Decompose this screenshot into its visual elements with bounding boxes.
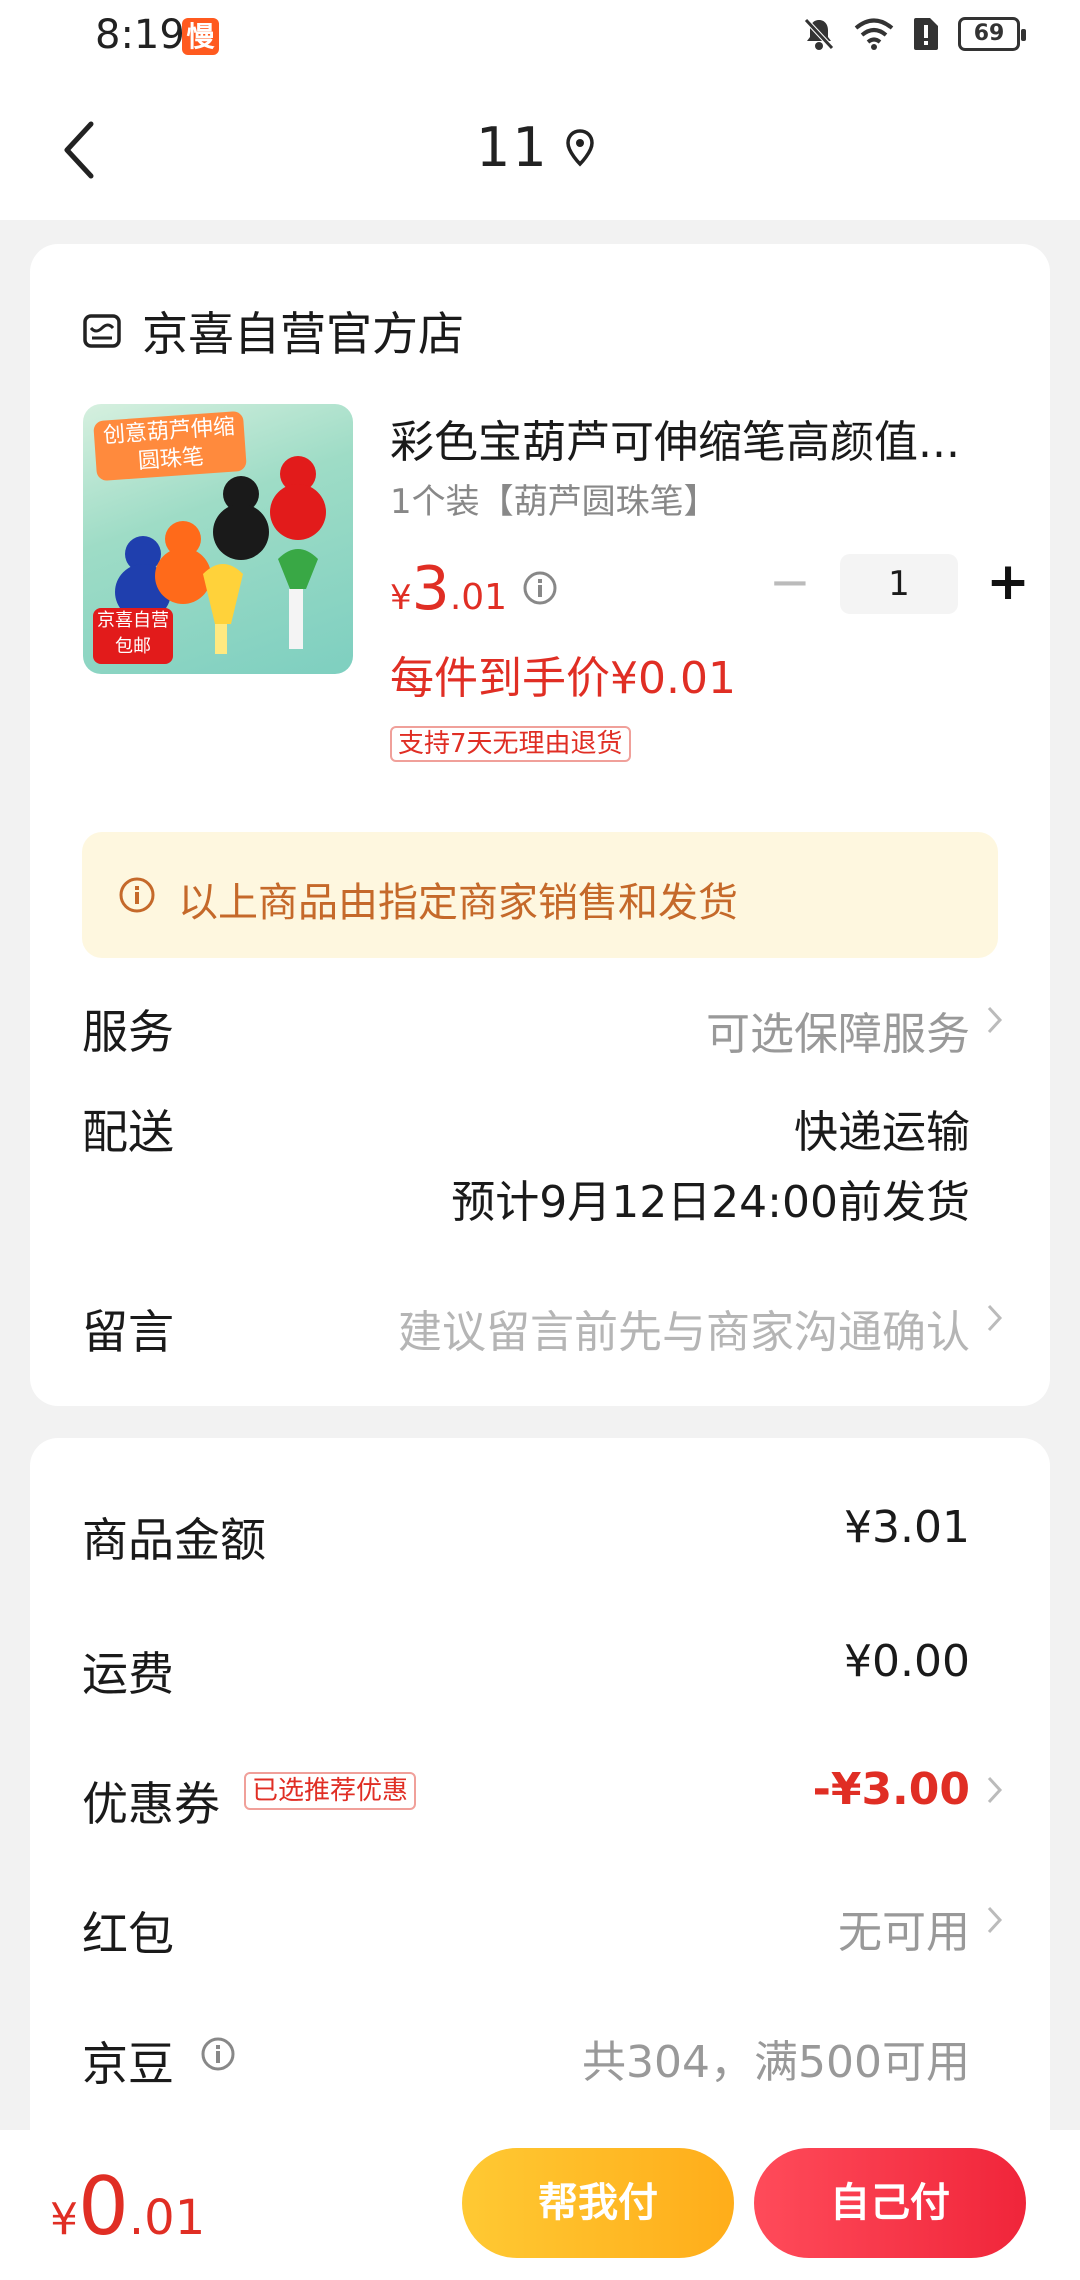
- status-icons: 69: [802, 16, 1026, 52]
- price-currency: ¥: [390, 578, 412, 618]
- shop-icon: [83, 314, 121, 348]
- chevron-right-icon[interactable]: [982, 1300, 1006, 1336]
- app-badge-icon: 慢: [182, 18, 219, 55]
- coupon-badge: 已选推荐优惠: [244, 1772, 417, 1810]
- status-time: 8:19: [95, 12, 185, 58]
- product-image[interactable]: 创意葫芦伸缩圆珠笔 京喜自营 包邮: [83, 404, 353, 674]
- battery-icon: 69: [958, 17, 1026, 51]
- status-bar: 8:19 慢 69: [0, 0, 1080, 80]
- redpacket-value[interactable]: 无可用: [838, 1896, 970, 1960]
- redpacket-label: 红包: [82, 1907, 174, 1961]
- message-label: 留言: [82, 1305, 174, 1359]
- product-price: ¥3.01: [390, 554, 507, 624]
- total-decimal: .01: [128, 2190, 206, 2246]
- notice-text: 以上商品由指定商家销售和发货: [178, 880, 738, 926]
- header: 11: [0, 80, 1080, 220]
- delivery-eta: 预计9月12日24:00前发货: [451, 1177, 970, 1228]
- wifi-icon: [854, 18, 894, 50]
- total-currency: ¥: [50, 2194, 78, 2245]
- jingdou-value: 共304，满500可用: [582, 2037, 970, 2088]
- bell-muted-icon: [804, 18, 834, 50]
- pay-myself-button[interactable]: 自己付: [754, 2148, 1026, 2258]
- message-input[interactable]: 建议留言前先与商家沟通确认: [398, 1296, 970, 1360]
- chevron-right-icon[interactable]: [982, 1772, 1006, 1808]
- goods-amount-value: ¥3.01: [844, 1502, 970, 1553]
- order-item-card: 京喜自营官方店 创意葫芦伸缩圆珠笔 京喜自营 包邮 彩色宝葫芦可伸缩笔高颜值..…: [30, 244, 1050, 1406]
- service-value[interactable]: 可选保障服务: [706, 998, 970, 1062]
- address-title[interactable]: 11: [476, 116, 549, 179]
- quantity-stepper: − 1 +: [760, 554, 1038, 614]
- sim-alert-icon: [914, 18, 938, 50]
- quantity-input[interactable]: 1: [840, 554, 958, 614]
- back-icon[interactable]: [55, 110, 115, 190]
- help-me-pay-button[interactable]: 帮我付: [462, 2148, 734, 2258]
- price-decimal: .01: [449, 577, 508, 618]
- increase-button[interactable]: +: [978, 554, 1038, 614]
- goods-amount-label: 商品金额: [82, 1513, 266, 1567]
- product-spec[interactable]: 1个装【葫芦圆珠笔】: [390, 474, 718, 523]
- coupon-label: 优惠券: [82, 1777, 220, 1831]
- final-price: 每件到手价¥0.01: [390, 653, 736, 704]
- product-title[interactable]: 彩色宝葫芦可伸缩笔高颜值...: [390, 406, 990, 470]
- shipping-value: ¥0.00: [844, 1636, 970, 1687]
- shop-row[interactable]: 京喜自营官方店: [82, 298, 464, 364]
- chevron-right-icon[interactable]: [982, 1002, 1006, 1038]
- jingdou-info-icon[interactable]: [200, 2036, 236, 2072]
- shipping-label: 运费: [82, 1647, 174, 1701]
- product-image-tag: 京喜自营 包邮: [93, 608, 173, 664]
- delivery-method: 快递运输: [794, 1107, 970, 1158]
- seller-notice: 以上商品由指定商家销售和发货: [82, 832, 998, 958]
- price-info-icon[interactable]: [522, 570, 558, 606]
- delivery-label: 配送: [82, 1105, 174, 1159]
- location-pin-icon[interactable]: [562, 128, 598, 168]
- price-integer: 3: [411, 554, 450, 624]
- service-label: 服务: [82, 1005, 174, 1059]
- checkout-bar: ¥0.01 帮我付 自己付: [0, 2130, 1080, 2280]
- return-policy-badge: 支持7天无理由退货: [390, 726, 631, 762]
- decrease-button[interactable]: −: [760, 554, 820, 614]
- chevron-right-icon[interactable]: [982, 1902, 1006, 1938]
- notice-info-icon: [119, 877, 155, 913]
- total-integer: 0: [78, 2160, 129, 2253]
- total-price: ¥0.01: [50, 2160, 205, 2253]
- shop-name: 京喜自营官方店: [142, 307, 464, 361]
- jingdou-label: 京豆: [82, 2037, 174, 2091]
- coupon-value[interactable]: -¥3.00: [813, 1764, 970, 1815]
